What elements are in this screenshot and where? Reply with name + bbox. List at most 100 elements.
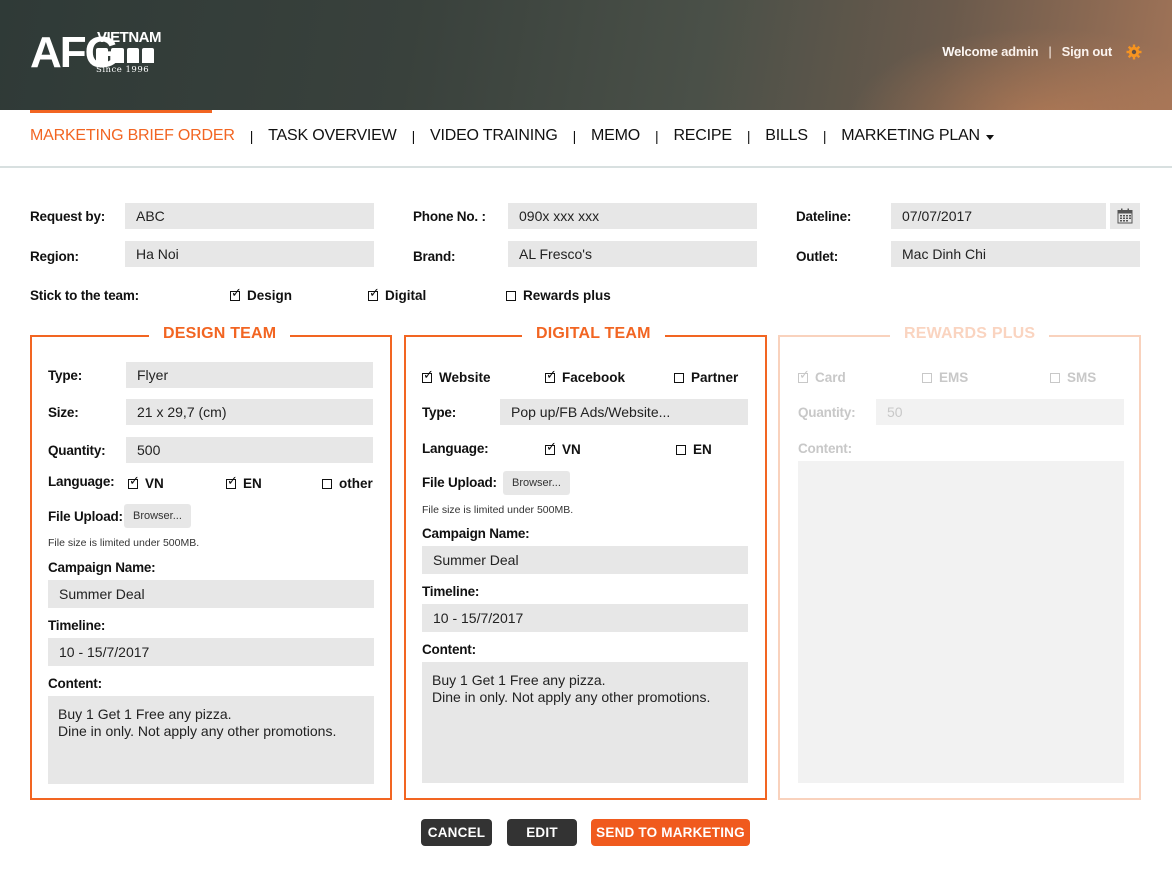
region-label: Region: xyxy=(30,249,79,264)
header-separator: | xyxy=(1048,44,1052,59)
rewards-quantity-label: Quantity: xyxy=(798,405,856,420)
send-to-marketing-button[interactable]: SEND TO MARKETING xyxy=(591,819,750,846)
checkbox-checked-icon xyxy=(798,367,810,383)
edit-button[interactable]: EDIT xyxy=(507,819,577,846)
phone-field[interactable]: 090x xxx xxx xyxy=(508,203,757,229)
digital-timeline-field[interactable]: 10 - 15/7/2017 xyxy=(422,604,748,632)
nav-divider: | xyxy=(822,128,827,144)
checkbox-checked-icon xyxy=(545,439,557,455)
digital-content-label: Content: xyxy=(422,642,476,657)
digital-file-upload-label: File Upload: xyxy=(422,475,497,490)
chevron-down-icon xyxy=(985,134,994,140)
digital-type-field[interactable]: Pop up/FB Ads/Website... xyxy=(500,399,748,425)
checkbox-design-other[interactable]: other xyxy=(322,476,373,491)
dateline-field[interactable]: 07/07/2017 xyxy=(891,203,1106,229)
digital-timeline-label: Timeline: xyxy=(422,584,480,599)
design-team-title: DESIGN TEAM xyxy=(149,325,291,343)
welcome-text: Welcome admin xyxy=(942,44,1039,59)
design-size-field[interactable]: 21 x 29,7 (cm) xyxy=(126,399,373,425)
digital-campaign-field[interactable]: Summer Deal xyxy=(422,546,748,574)
nav-item-bills[interactable]: BILLS xyxy=(765,127,808,145)
checkbox-unchecked-icon xyxy=(506,290,516,301)
checkbox-rewards-card[interactable]: Card xyxy=(798,367,846,385)
checkbox-stick-design[interactable]: Design xyxy=(230,285,292,303)
design-file-size-note: File size is limited under 500MB. xyxy=(48,537,200,549)
checkbox-checked-icon xyxy=(545,367,557,383)
logo-bars-icon xyxy=(96,48,154,63)
checkbox-stick-digital[interactable]: Digital xyxy=(368,285,426,303)
design-content-label: Content: xyxy=(48,676,102,691)
checkbox-digital-vn[interactable]: VN xyxy=(545,439,581,457)
brand-field[interactable]: AL Fresco's xyxy=(508,241,757,267)
design-content-line-2: Dine in only. Not apply any other promot… xyxy=(58,723,337,739)
nav-divider: | xyxy=(249,128,254,144)
checkbox-checked-icon xyxy=(128,473,140,489)
design-file-upload-label: File Upload: xyxy=(48,509,123,524)
digital-team-panel: DIGITAL TEAM Website Facebook Partner Ty… xyxy=(404,325,767,800)
nav-item-marketing-brief-order[interactable]: MARKETING BRIEF ORDER xyxy=(30,127,235,145)
design-type-field[interactable]: Flyer xyxy=(126,362,373,388)
design-campaign-label: Campaign Name: xyxy=(48,560,156,575)
checkbox-rewards-ems[interactable]: EMS xyxy=(922,370,968,385)
digital-content-line-1: Buy 1 Get 1 Free any pizza. xyxy=(432,672,606,688)
app-header: AFG VIETNAM Since 1996 Welcome admin | S… xyxy=(0,0,1172,110)
design-language-label: Language: xyxy=(48,474,115,489)
main-nav: MARKETING BRIEF ORDER | TASK OVERVIEW | … xyxy=(0,110,1172,168)
nav-divider: | xyxy=(411,128,416,144)
checkbox-unchecked-icon xyxy=(676,444,686,455)
design-timeline-label: Timeline: xyxy=(48,618,106,633)
checkbox-digital-facebook[interactable]: Facebook xyxy=(545,367,625,385)
checkbox-unchecked-icon xyxy=(674,372,684,383)
nav-item-task-overview[interactable]: TASK OVERVIEW xyxy=(268,127,397,145)
design-timeline-field[interactable]: 10 - 15/7/2017 xyxy=(48,638,374,666)
checkbox-stick-rewards-plus[interactable]: Rewards plus xyxy=(506,288,611,303)
digital-type-label: Type: xyxy=(422,405,457,420)
design-quantity-label: Quantity: xyxy=(48,443,106,458)
logo-since-text: Since 1996 xyxy=(96,65,150,75)
nav-item-memo[interactable]: MEMO xyxy=(591,127,640,145)
checkbox-unchecked-icon xyxy=(322,478,332,489)
afg-logo[interactable]: AFG VIETNAM Since 1996 xyxy=(30,28,162,78)
calendar-button[interactable] xyxy=(1110,203,1140,229)
checkbox-digital-partner[interactable]: Partner xyxy=(674,370,738,385)
design-content-line-1: Buy 1 Get 1 Free any pizza. xyxy=(58,706,232,722)
stick-to-team-label: Stick to the team: xyxy=(30,288,139,303)
checkbox-design-vn[interactable]: VN xyxy=(128,473,164,491)
design-content-textarea[interactable]: Buy 1 Get 1 Free any pizza. Dine in only… xyxy=(48,696,374,784)
checkbox-checked-icon xyxy=(368,285,380,301)
checkbox-digital-website[interactable]: Website xyxy=(422,367,491,385)
outlet-label: Outlet: xyxy=(796,249,839,264)
nav-item-video-training[interactable]: VIDEO TRAINING xyxy=(430,127,558,145)
nav-item-marketing-plan[interactable]: MARKETING PLAN xyxy=(841,127,994,145)
checkbox-design-en[interactable]: EN xyxy=(226,473,262,491)
checkbox-rewards-sms[interactable]: SMS xyxy=(1050,370,1096,385)
digital-browse-button[interactable]: Browser... xyxy=(503,471,570,495)
rewards-content-label: Content: xyxy=(798,441,852,456)
nav-divider: | xyxy=(572,128,577,144)
digital-content-textarea[interactable]: Buy 1 Get 1 Free any pizza. Dine in only… xyxy=(422,662,748,783)
gear-icon[interactable] xyxy=(1126,44,1142,60)
rewards-content-textarea[interactable] xyxy=(798,461,1124,783)
design-campaign-field[interactable]: Summer Deal xyxy=(48,580,374,608)
cancel-button[interactable]: CANCEL xyxy=(421,819,492,846)
checkbox-unchecked-icon xyxy=(922,372,932,383)
design-type-label: Type: xyxy=(48,368,83,383)
checkbox-digital-en[interactable]: EN xyxy=(676,442,712,457)
request-by-field[interactable]: ABC xyxy=(125,203,374,229)
logo-country-text: VIETNAM xyxy=(97,29,162,46)
digital-content-line-2: Dine in only. Not apply any other promot… xyxy=(432,689,711,705)
sign-out-link[interactable]: Sign out xyxy=(1062,44,1113,59)
outlet-field[interactable]: Mac Dinh Chi xyxy=(891,241,1140,267)
digital-campaign-label: Campaign Name: xyxy=(422,526,530,541)
rewards-plus-title: REWARDS PLUS xyxy=(890,325,1050,343)
checkbox-checked-icon xyxy=(422,367,434,383)
design-browse-button[interactable]: Browser... xyxy=(124,504,191,528)
request-by-label: Request by: xyxy=(30,209,106,224)
nav-item-recipe[interactable]: RECIPE xyxy=(673,127,732,145)
checkbox-checked-icon xyxy=(226,473,238,489)
rewards-quantity-field[interactable]: 50 xyxy=(876,399,1124,425)
digital-file-size-note: File size is limited under 500MB. xyxy=(422,504,574,516)
rewards-plus-panel: REWARDS PLUS Card EMS SMS Quantity: 50 C… xyxy=(778,325,1141,800)
design-quantity-field[interactable]: 500 xyxy=(126,437,373,463)
region-field[interactable]: Ha Noi xyxy=(125,241,374,267)
